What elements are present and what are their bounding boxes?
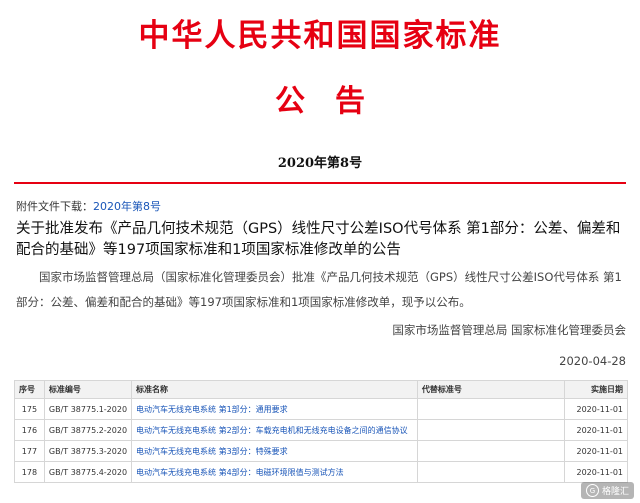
- standards-table: 序号 标准编号 标准名称 代替标准号 实施日期 175 GB/T 38775.1…: [14, 380, 629, 483]
- red-divider: [14, 182, 626, 184]
- row-name-link[interactable]: 电动汽车无线充电系统 第2部分：车载充电机和无线充电设备之间的通信协议: [131, 419, 418, 441]
- watermark: G 格隆汇: [580, 482, 634, 499]
- standard-title: 中华人民共和国国家标准: [138, 18, 502, 54]
- row-code: GB/T 38775.2-2020: [43, 419, 133, 441]
- row-no: 177: [14, 440, 45, 462]
- row-replaced: [416, 440, 565, 462]
- header-replaced: 代替标准号: [416, 380, 565, 399]
- table-row: 178 GB/T 38775.4-2020 电动汽车无线充电系统 第4部分：电磁…: [14, 461, 629, 483]
- gelonghui-logo-icon: G: [585, 484, 599, 497]
- row-name-link[interactable]: 电动汽车无线充电系统 第4部分：电磁环境限值与测试方法: [131, 461, 418, 483]
- row-date: 2020-11-01: [563, 419, 629, 441]
- document-title: 关于批准发布《产品几何技术规范（GPS）线性尺寸公差ISO代号体系 第1部分：公…: [16, 221, 621, 258]
- row-code: GB/T 38775.4-2020: [43, 461, 133, 483]
- notice-heading: 公告: [275, 84, 395, 119]
- attachment-label: 附件文件下载：: [16, 200, 93, 213]
- row-replaced: [416, 419, 565, 441]
- row-date: 2020-11-01: [563, 398, 629, 420]
- row-replaced: [416, 461, 565, 483]
- attachment-line: 附件文件下载：2020年第8号: [16, 198, 161, 214]
- header-code: 标准编号: [43, 380, 133, 399]
- row-name-link[interactable]: 电动汽车无线充电系统 第1部分：通用要求: [131, 398, 418, 420]
- table-row: 176 GB/T 38775.2-2020 电动汽车无线充电系统 第2部分：车载…: [14, 419, 629, 441]
- row-code: GB/T 38775.1-2020: [43, 398, 133, 420]
- header-no: 序号: [14, 380, 45, 399]
- row-no: 175: [14, 398, 45, 420]
- row-date: 2020-11-01: [563, 440, 629, 462]
- attachment-download-link[interactable]: 2020年第8号: [93, 200, 161, 213]
- notice-number: 2020年第8号: [277, 156, 363, 171]
- table-row: 175 GB/T 38775.1-2020 电动汽车无线充电系统 第1部分：通用…: [14, 398, 629, 420]
- issuer-signature: 国家市场监督管理总局 国家标准化管理委员会: [392, 323, 626, 337]
- table-row: 177 GB/T 38775.3-2020 电动汽车无线充电系统 第3部分：特殊…: [14, 440, 629, 462]
- row-no: 178: [14, 461, 45, 483]
- watermark-text: 格隆汇: [601, 487, 629, 497]
- row-replaced: [416, 398, 565, 420]
- issue-date: 2020-04-28: [559, 354, 626, 368]
- row-date: 2020-11-01: [563, 461, 629, 483]
- header-name: 标准名称: [131, 380, 418, 399]
- document-body: 国家市场监督管理总局（国家标准化管理委员会）批准《产品几何技术规范（GPS）线性…: [16, 270, 622, 309]
- table-header-row: 序号 标准编号 标准名称 代替标准号 实施日期: [14, 380, 629, 399]
- row-code: GB/T 38775.3-2020: [43, 440, 133, 462]
- row-no: 176: [14, 419, 45, 441]
- header-date: 实施日期: [563, 380, 629, 399]
- row-name-link[interactable]: 电动汽车无线充电系统 第3部分：特殊要求: [131, 440, 418, 462]
